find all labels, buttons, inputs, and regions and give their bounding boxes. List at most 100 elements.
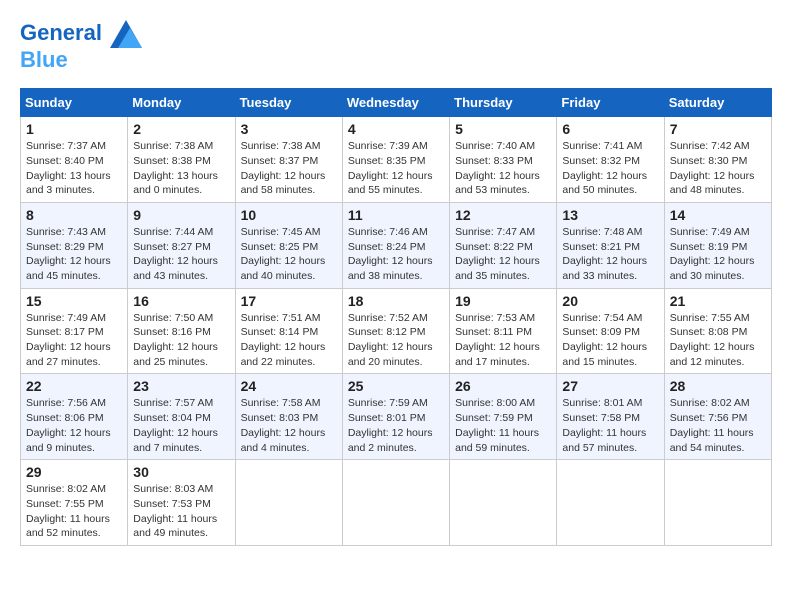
day-detail: Sunrise: 7:38 AMSunset: 8:37 PMDaylight:… [241, 140, 326, 196]
calendar-cell: 20 Sunrise: 7:54 AMSunset: 8:09 PMDaylig… [557, 288, 664, 374]
day-detail: Sunrise: 7:54 AMSunset: 8:09 PMDaylight:… [562, 312, 647, 368]
day-number: 1 [26, 121, 122, 137]
calendar-cell: 5 Sunrise: 7:40 AMSunset: 8:33 PMDayligh… [450, 117, 557, 203]
day-detail: Sunrise: 7:40 AMSunset: 8:33 PMDaylight:… [455, 140, 540, 196]
day-detail: Sunrise: 8:02 AMSunset: 7:56 PMDaylight:… [670, 397, 754, 453]
calendar-table: SundayMondayTuesdayWednesdayThursdayFrid… [20, 88, 772, 546]
day-number: 15 [26, 293, 122, 309]
calendar-cell: 15 Sunrise: 7:49 AMSunset: 8:17 PMDaylig… [21, 288, 128, 374]
calendar-cell [557, 460, 664, 546]
day-detail: Sunrise: 7:57 AMSunset: 8:04 PMDaylight:… [133, 397, 218, 453]
day-number: 30 [133, 464, 229, 480]
calendar-cell: 19 Sunrise: 7:53 AMSunset: 8:11 PMDaylig… [450, 288, 557, 374]
day-number: 8 [26, 207, 122, 223]
calendar-cell: 26 Sunrise: 8:00 AMSunset: 7:59 PMDaylig… [450, 374, 557, 460]
day-number: 12 [455, 207, 551, 223]
day-detail: Sunrise: 7:48 AMSunset: 8:21 PMDaylight:… [562, 226, 647, 282]
calendar-cell: 4 Sunrise: 7:39 AMSunset: 8:35 PMDayligh… [342, 117, 449, 203]
day-number: 26 [455, 378, 551, 394]
day-number: 28 [670, 378, 766, 394]
day-header-sunday: Sunday [21, 89, 128, 117]
calendar-cell: 9 Sunrise: 7:44 AMSunset: 8:27 PMDayligh… [128, 202, 235, 288]
day-header-friday: Friday [557, 89, 664, 117]
day-number: 22 [26, 378, 122, 394]
calendar-cell: 1 Sunrise: 7:37 AMSunset: 8:40 PMDayligh… [21, 117, 128, 203]
day-number: 7 [670, 121, 766, 137]
calendar-cell: 8 Sunrise: 7:43 AMSunset: 8:29 PMDayligh… [21, 202, 128, 288]
day-number: 2 [133, 121, 229, 137]
day-header-tuesday: Tuesday [235, 89, 342, 117]
calendar-cell: 18 Sunrise: 7:52 AMSunset: 8:12 PMDaylig… [342, 288, 449, 374]
day-number: 16 [133, 293, 229, 309]
calendar-header-row: SundayMondayTuesdayWednesdayThursdayFrid… [21, 89, 772, 117]
calendar-cell [450, 460, 557, 546]
day-number: 10 [241, 207, 337, 223]
day-detail: Sunrise: 7:45 AMSunset: 8:25 PMDaylight:… [241, 226, 326, 282]
day-detail: Sunrise: 7:39 AMSunset: 8:35 PMDaylight:… [348, 140, 433, 196]
day-number: 4 [348, 121, 444, 137]
day-detail: Sunrise: 7:38 AMSunset: 8:38 PMDaylight:… [133, 140, 218, 196]
calendar-cell: 28 Sunrise: 8:02 AMSunset: 7:56 PMDaylig… [664, 374, 771, 460]
calendar-cell: 17 Sunrise: 7:51 AMSunset: 8:14 PMDaylig… [235, 288, 342, 374]
calendar-cell: 30 Sunrise: 8:03 AMSunset: 7:53 PMDaylig… [128, 460, 235, 546]
calendar-cell: 13 Sunrise: 7:48 AMSunset: 8:21 PMDaylig… [557, 202, 664, 288]
calendar-cell: 21 Sunrise: 7:55 AMSunset: 8:08 PMDaylig… [664, 288, 771, 374]
day-header-monday: Monday [128, 89, 235, 117]
calendar-cell: 6 Sunrise: 7:41 AMSunset: 8:32 PMDayligh… [557, 117, 664, 203]
calendar-week-row: 15 Sunrise: 7:49 AMSunset: 8:17 PMDaylig… [21, 288, 772, 374]
day-detail: Sunrise: 7:53 AMSunset: 8:11 PMDaylight:… [455, 312, 540, 368]
calendar-cell: 22 Sunrise: 7:56 AMSunset: 8:06 PMDaylig… [21, 374, 128, 460]
day-number: 25 [348, 378, 444, 394]
day-detail: Sunrise: 7:42 AMSunset: 8:30 PMDaylight:… [670, 140, 755, 196]
calendar-cell: 25 Sunrise: 7:59 AMSunset: 8:01 PMDaylig… [342, 374, 449, 460]
calendar-cell [664, 460, 771, 546]
day-detail: Sunrise: 7:51 AMSunset: 8:14 PMDaylight:… [241, 312, 326, 368]
day-number: 13 [562, 207, 658, 223]
day-detail: Sunrise: 8:02 AMSunset: 7:55 PMDaylight:… [26, 483, 110, 539]
calendar-week-row: 8 Sunrise: 7:43 AMSunset: 8:29 PMDayligh… [21, 202, 772, 288]
day-header-saturday: Saturday [664, 89, 771, 117]
calendar-cell: 12 Sunrise: 7:47 AMSunset: 8:22 PMDaylig… [450, 202, 557, 288]
calendar-cell: 10 Sunrise: 7:45 AMSunset: 8:25 PMDaylig… [235, 202, 342, 288]
calendar-cell: 29 Sunrise: 8:02 AMSunset: 7:55 PMDaylig… [21, 460, 128, 546]
day-header-thursday: Thursday [450, 89, 557, 117]
day-number: 17 [241, 293, 337, 309]
calendar-cell: 14 Sunrise: 7:49 AMSunset: 8:19 PMDaylig… [664, 202, 771, 288]
calendar-cell: 11 Sunrise: 7:46 AMSunset: 8:24 PMDaylig… [342, 202, 449, 288]
day-number: 21 [670, 293, 766, 309]
calendar-cell [342, 460, 449, 546]
day-detail: Sunrise: 7:49 AMSunset: 8:17 PMDaylight:… [26, 312, 111, 368]
day-detail: Sunrise: 7:41 AMSunset: 8:32 PMDaylight:… [562, 140, 647, 196]
calendar-week-row: 1 Sunrise: 7:37 AMSunset: 8:40 PMDayligh… [21, 117, 772, 203]
day-number: 14 [670, 207, 766, 223]
day-detail: Sunrise: 7:46 AMSunset: 8:24 PMDaylight:… [348, 226, 433, 282]
day-number: 9 [133, 207, 229, 223]
logo-text: General Blue [20, 20, 142, 72]
calendar-cell: 7 Sunrise: 7:42 AMSunset: 8:30 PMDayligh… [664, 117, 771, 203]
calendar-week-row: 29 Sunrise: 8:02 AMSunset: 7:55 PMDaylig… [21, 460, 772, 546]
day-detail: Sunrise: 7:37 AMSunset: 8:40 PMDaylight:… [26, 140, 111, 196]
day-detail: Sunrise: 7:43 AMSunset: 8:29 PMDaylight:… [26, 226, 111, 282]
day-detail: Sunrise: 7:44 AMSunset: 8:27 PMDaylight:… [133, 226, 218, 282]
day-detail: Sunrise: 8:00 AMSunset: 7:59 PMDaylight:… [455, 397, 539, 453]
day-detail: Sunrise: 8:03 AMSunset: 7:53 PMDaylight:… [133, 483, 217, 539]
day-detail: Sunrise: 7:47 AMSunset: 8:22 PMDaylight:… [455, 226, 540, 282]
day-number: 20 [562, 293, 658, 309]
day-number: 19 [455, 293, 551, 309]
day-detail: Sunrise: 7:56 AMSunset: 8:06 PMDaylight:… [26, 397, 111, 453]
calendar-cell: 3 Sunrise: 7:38 AMSunset: 8:37 PMDayligh… [235, 117, 342, 203]
page-header: General Blue [20, 20, 772, 72]
day-number: 18 [348, 293, 444, 309]
day-detail: Sunrise: 7:49 AMSunset: 8:19 PMDaylight:… [670, 226, 755, 282]
day-number: 24 [241, 378, 337, 394]
day-number: 11 [348, 207, 444, 223]
calendar-cell: 24 Sunrise: 7:58 AMSunset: 8:03 PMDaylig… [235, 374, 342, 460]
day-number: 23 [133, 378, 229, 394]
calendar-week-row: 22 Sunrise: 7:56 AMSunset: 8:06 PMDaylig… [21, 374, 772, 460]
day-detail: Sunrise: 8:01 AMSunset: 7:58 PMDaylight:… [562, 397, 646, 453]
calendar-cell: 16 Sunrise: 7:50 AMSunset: 8:16 PMDaylig… [128, 288, 235, 374]
calendar-cell: 23 Sunrise: 7:57 AMSunset: 8:04 PMDaylig… [128, 374, 235, 460]
day-detail: Sunrise: 7:58 AMSunset: 8:03 PMDaylight:… [241, 397, 326, 453]
day-header-wednesday: Wednesday [342, 89, 449, 117]
calendar-cell: 2 Sunrise: 7:38 AMSunset: 8:38 PMDayligh… [128, 117, 235, 203]
